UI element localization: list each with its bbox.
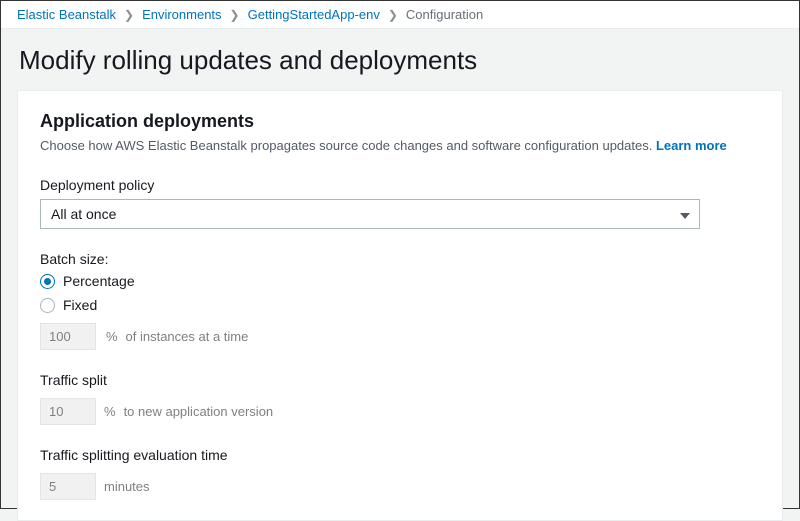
evaluation-time-label: Traffic splitting evaluation time (40, 447, 760, 463)
evaluation-time-hint: minutes (104, 479, 150, 494)
deployment-policy-field: Deployment policy All at once (40, 177, 760, 229)
batch-size-percentage-label: Percentage (63, 273, 135, 289)
traffic-split-label: Traffic split (40, 372, 760, 388)
traffic-split-hint: to new application version (124, 404, 274, 419)
batch-size-suffix: % (106, 329, 118, 344)
panel-description: Choose how AWS Elastic Beanstalk propaga… (40, 138, 760, 153)
batch-size-label: Batch size: (40, 251, 760, 267)
chevron-right-icon: ❯ (230, 8, 240, 22)
traffic-split-input[interactable]: 10 (40, 398, 96, 425)
deployment-policy-select[interactable]: All at once (40, 199, 700, 229)
batch-size-percentage-option[interactable]: Percentage (40, 273, 760, 289)
breadcrumb-link-environments[interactable]: Environments (142, 7, 221, 22)
learn-more-link[interactable]: Learn more (656, 138, 727, 153)
traffic-split-field: Traffic split 10 % to new application ve… (40, 372, 760, 425)
batch-size-input-row: 100 ▲▼ % of instances at a time (40, 323, 760, 350)
batch-size-hint: of instances at a time (126, 329, 249, 344)
breadcrumb-link-env[interactable]: GettingStartedApp-env (248, 7, 380, 22)
evaluation-time-input-row: 5 minutes (40, 473, 760, 500)
evaluation-time-input[interactable]: 5 (40, 473, 96, 500)
traffic-split-input-row: 10 % to new application version (40, 398, 760, 425)
deployment-policy-value[interactable]: All at once (40, 199, 700, 229)
traffic-split-suffix: % (104, 404, 116, 419)
radio-unchecked-icon[interactable] (40, 298, 55, 313)
panel-heading: Application deployments (40, 111, 760, 132)
deployment-policy-label: Deployment policy (40, 177, 760, 193)
evaluation-time-field: Traffic splitting evaluation time 5 minu… (40, 447, 760, 500)
batch-size-input[interactable]: 100 (40, 323, 96, 350)
chevron-right-icon: ❯ (388, 8, 398, 22)
page-header: Modify rolling updates and deployments (1, 29, 799, 90)
radio-checked-icon[interactable] (40, 274, 55, 289)
batch-size-field: Batch size: Percentage Fixed 100 ▲▼ % of… (40, 251, 760, 350)
panel-description-text: Choose how AWS Elastic Beanstalk propaga… (40, 138, 656, 153)
batch-size-fixed-label: Fixed (63, 297, 97, 313)
batch-size-fixed-option[interactable]: Fixed (40, 297, 760, 313)
chevron-right-icon: ❯ (124, 8, 134, 22)
breadcrumb-current: Configuration (406, 7, 483, 22)
breadcrumb: Elastic Beanstalk ❯ Environments ❯ Getti… (1, 1, 799, 29)
breadcrumb-link-beanstalk[interactable]: Elastic Beanstalk (17, 7, 116, 22)
application-deployments-panel: Application deployments Choose how AWS E… (17, 90, 783, 521)
page-title: Modify rolling updates and deployments (19, 45, 781, 76)
